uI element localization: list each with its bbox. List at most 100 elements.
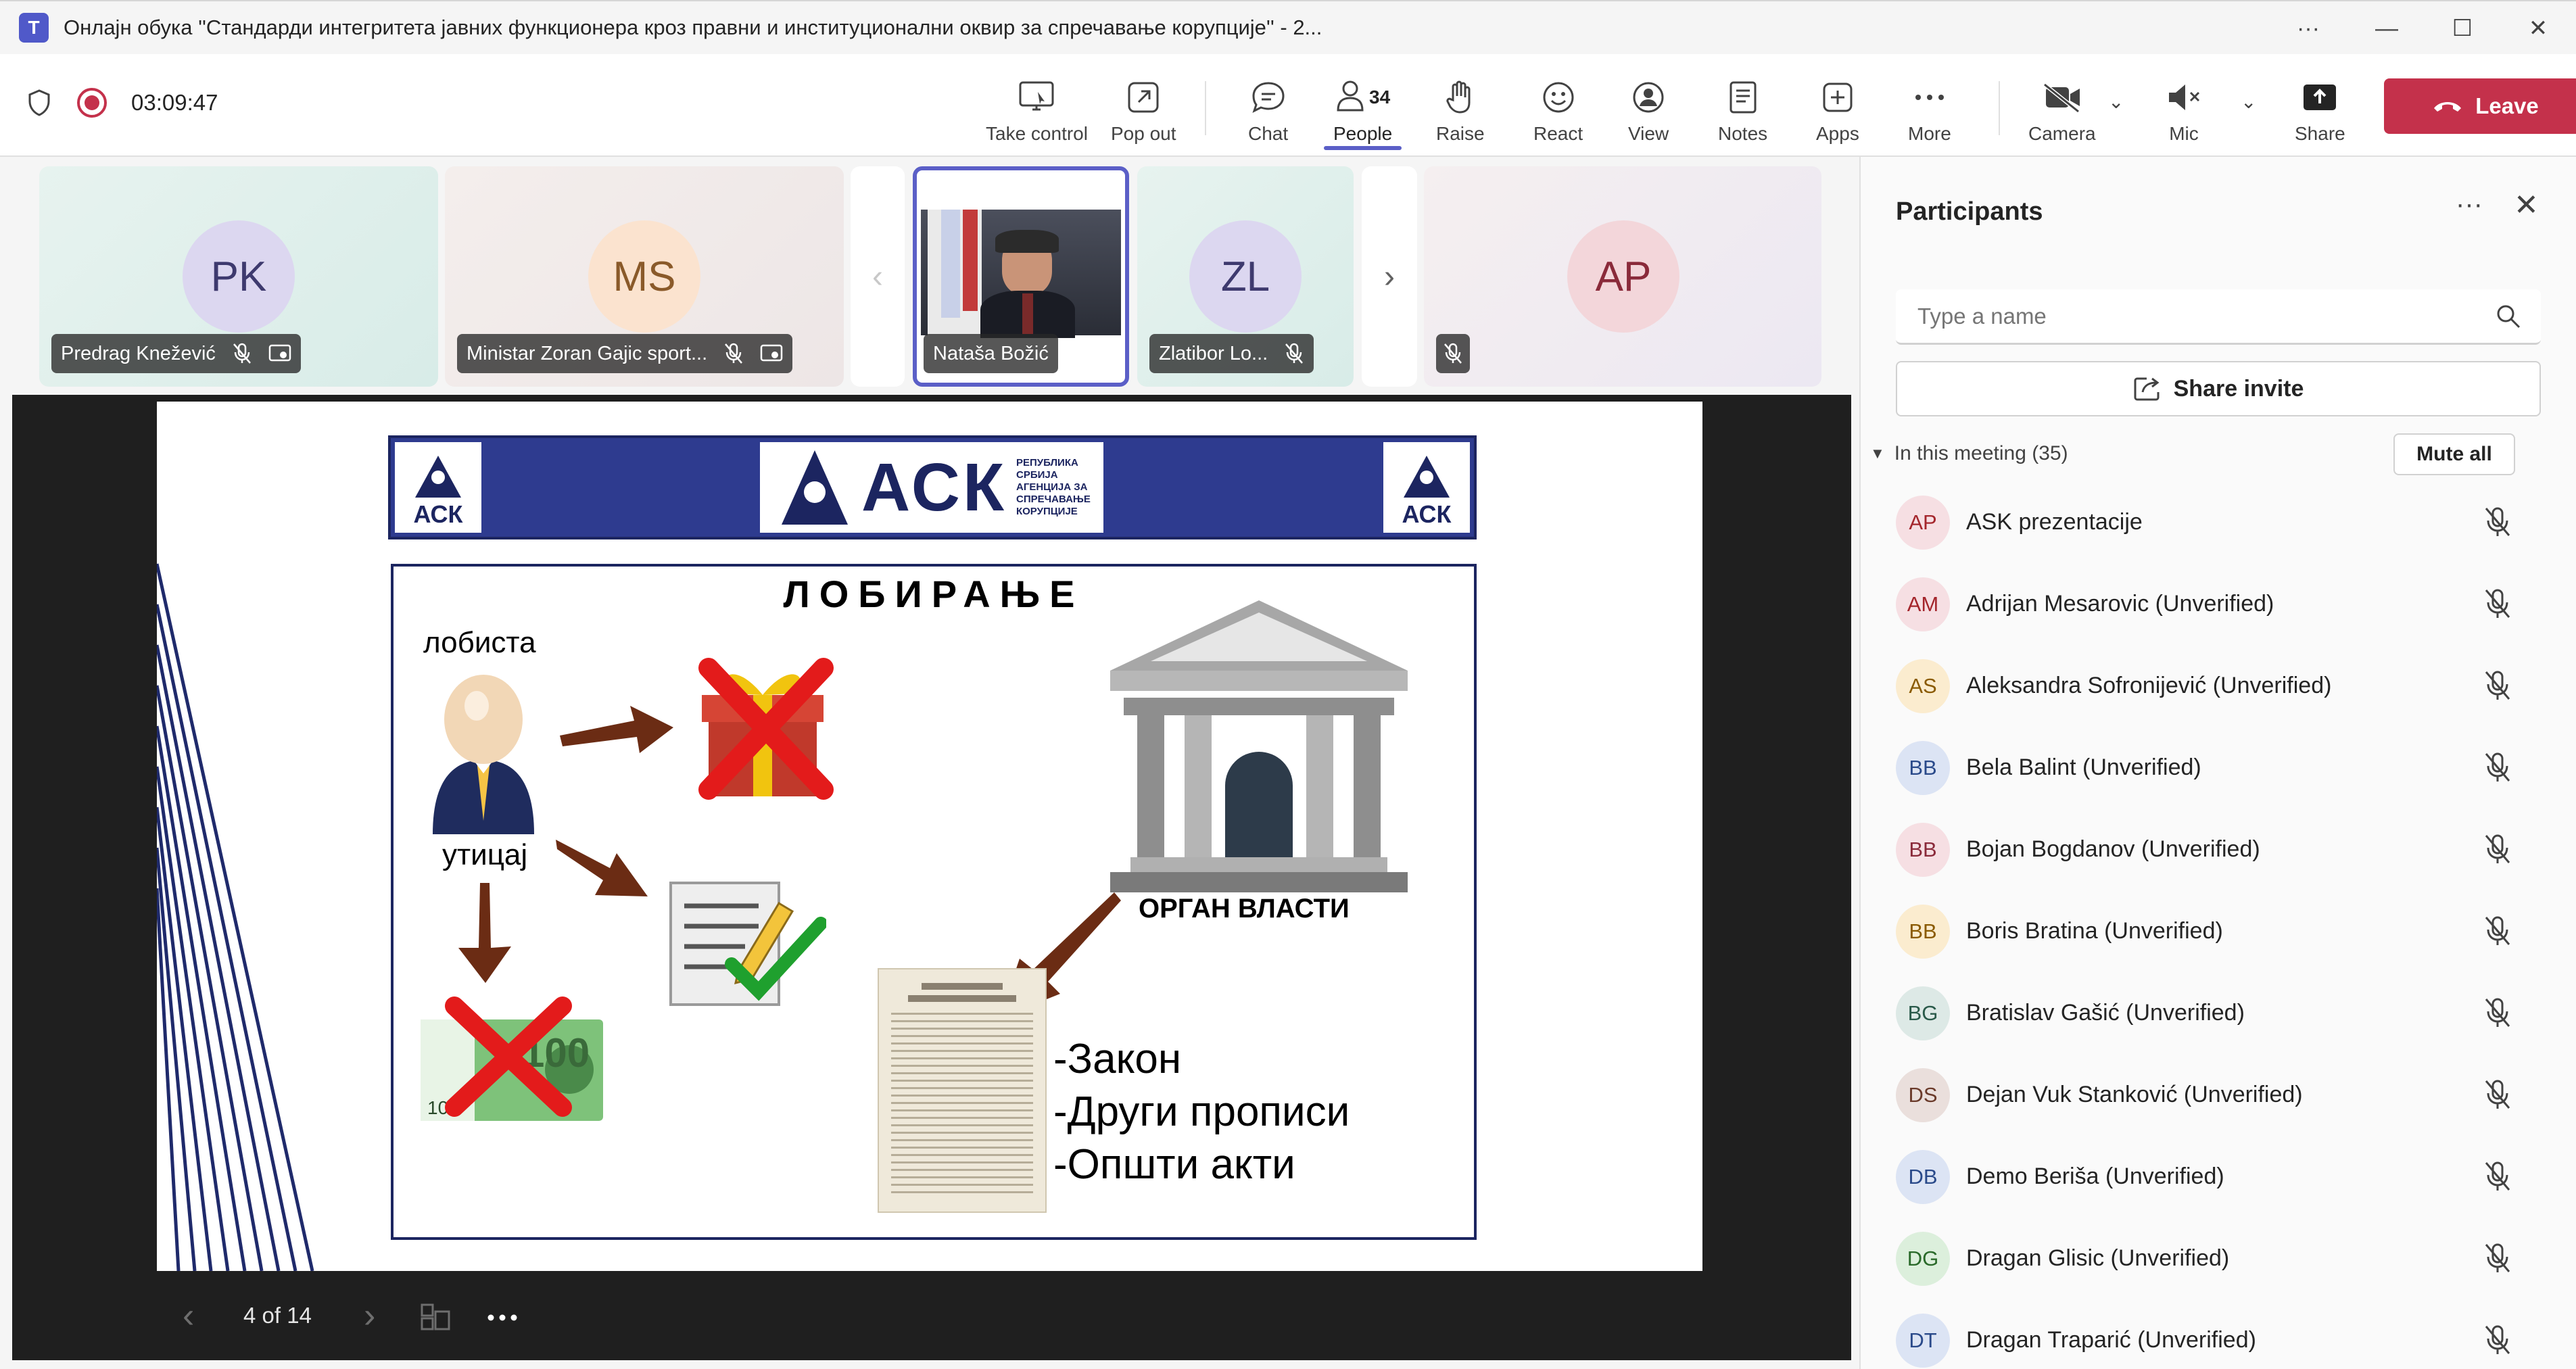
- participant-row[interactable]: BB Boris Bratina (Unverified): [1861, 890, 2576, 972]
- teams-meeting-window: T Онлајн обука ''Стандарди интегритета ј…: [0, 0, 2576, 1369]
- avatar: BB: [1896, 904, 1950, 959]
- mic-off-icon: [2165, 77, 2203, 118]
- close-window-button[interactable]: ✕: [2504, 1, 2572, 55]
- more-icon: [1914, 77, 1945, 118]
- shared-presentation[interactable]: АСК АСК РЕПУБЛИКА СРБИЈА АГЕНЦИЈА ЗА СПР…: [12, 395, 1851, 1360]
- participant-row[interactable]: DG Dragan Glisic (Unverified): [1861, 1218, 2576, 1299]
- arrow-to-gift: [560, 706, 673, 753]
- participant-tile[interactable]: PK Predrag Knežević: [39, 166, 438, 387]
- slide-navigation-bar: ‹ 4 of 14 ›: [12, 1271, 1851, 1360]
- teams-icon: T: [19, 13, 49, 43]
- close-icon[interactable]: ✕: [2514, 188, 2539, 222]
- phone-hangup-icon: [2432, 99, 2463, 114]
- participant-name: Adrijan Mesarovic (Unverified): [1966, 591, 2274, 617]
- participant-row[interactable]: DT Dragan Traparić (Unverified): [1861, 1299, 2576, 1369]
- participant-row[interactable]: AP ASK prezentacije: [1861, 481, 2576, 563]
- avatar: AS: [1896, 658, 1950, 713]
- search-icon[interactable]: [2495, 303, 2522, 333]
- participant-video-tile[interactable]: Nataša Božić: [913, 166, 1129, 387]
- mic-off-icon: [723, 342, 744, 365]
- participant-name: Ministar Zoran Gajic sport...: [467, 342, 708, 364]
- lobbyist-label: лобиста: [423, 626, 536, 659]
- avatar: MS: [588, 220, 700, 333]
- participant-tile[interactable]: ZL Zlatibor Lo...: [1137, 166, 1354, 387]
- participant-row[interactable]: DB Demo Beriša (Unverified): [1861, 1136, 2576, 1218]
- view-button[interactable]: View: [1628, 70, 1669, 145]
- authority-label: ОРГАН ВЛАСТИ: [1139, 894, 1350, 923]
- avatar: DG: [1896, 1231, 1950, 1286]
- share-invite-button[interactable]: Share invite: [1896, 361, 2541, 416]
- mic-off-icon[interactable]: [2483, 1324, 2512, 1360]
- share-icon: [2302, 77, 2337, 118]
- previous-slide-button[interactable]: ‹: [183, 1295, 194, 1336]
- mic-off-icon[interactable]: [2483, 833, 2512, 869]
- mic-button[interactable]: Mic: [2165, 70, 2203, 145]
- shield-icon[interactable]: [26, 88, 53, 118]
- participant-row[interactable]: DS Dejan Vuk Stanković (Unverified): [1861, 1054, 2576, 1136]
- raise-hand-button[interactable]: Raise: [1436, 70, 1485, 145]
- chevron-left-icon[interactable]: ‹: [851, 166, 905, 387]
- more-button[interactable]: More: [1908, 70, 1951, 145]
- mic-options-chevron-down-icon[interactable]: ⌄: [2241, 91, 2256, 113]
- chevron-right-icon[interactable]: ›: [1362, 166, 1417, 387]
- slide-header-banner: АСК АСК РЕПУБЛИКА СРБИЈА АГЕНЦИЈА ЗА СПР…: [388, 435, 1477, 539]
- arrow-to-money: [458, 883, 511, 983]
- avatar: DT: [1896, 1313, 1950, 1368]
- maximize-button[interactable]: ☐: [2429, 1, 2496, 55]
- participant-name: Bela Balint (Unverified): [1966, 754, 2201, 780]
- mic-off-icon: [232, 342, 252, 365]
- more-options-icon[interactable]: ···: [2274, 1, 2342, 55]
- chat-button[interactable]: Chat: [1248, 70, 1288, 145]
- pop-out-button[interactable]: Pop out: [1111, 70, 1176, 145]
- people-button[interactable]: 34 People: [1323, 70, 1402, 150]
- minimize-button[interactable]: —: [2353, 1, 2420, 55]
- share-button[interactable]: Share: [2295, 70, 2345, 145]
- react-button[interactable]: React: [1533, 70, 1583, 145]
- camera-options-chevron-down-icon[interactable]: ⌄: [2108, 91, 2124, 113]
- mic-off-icon[interactable]: [2483, 915, 2512, 951]
- participant-tile[interactable]: AP: [1424, 166, 1821, 387]
- mic-off-icon[interactable]: [2483, 506, 2512, 542]
- participant-list: AP ASK prezentacije AM Adrijan Mesarovic (U…: [1861, 481, 2576, 1369]
- camera-button[interactable]: Camera: [2028, 70, 2096, 145]
- participant-name: Bojan Bogdanov (Unverified): [1966, 836, 2260, 862]
- leave-button[interactable]: Leave: [2384, 78, 2576, 134]
- mic-off-icon[interactable]: [2483, 669, 2512, 705]
- notes-icon: [1728, 77, 1758, 118]
- panel-more-options-icon[interactable]: ···: [2456, 189, 2483, 220]
- slide-more-options-icon[interactable]: [487, 1313, 518, 1325]
- participant-row[interactable]: BB Bela Balint (Unverified): [1861, 727, 2576, 809]
- mic-off-icon[interactable]: [2483, 996, 2512, 1032]
- acts-list-item: -Закон: [1053, 1036, 1182, 1082]
- view-icon: [1631, 77, 1665, 118]
- take-control-icon: [1018, 77, 1055, 118]
- next-slide-button[interactable]: ›: [364, 1295, 375, 1336]
- avatar: DS: [1896, 1067, 1950, 1122]
- participant-row[interactable]: BG Bratislav Gašić (Unverified): [1861, 972, 2576, 1054]
- participant-row[interactable]: BB Bojan Bogdanov (Unverified): [1861, 809, 2576, 890]
- acts-list-item: -Општи акти: [1053, 1141, 1295, 1188]
- avatar: BB: [1896, 740, 1950, 795]
- participant-tile[interactable]: MS Ministar Zoran Gajic sport...: [445, 166, 844, 387]
- search-input[interactable]: [1917, 303, 2472, 329]
- take-control-button[interactable]: Take control: [986, 70, 1088, 145]
- arrow-to-document: [556, 840, 648, 896]
- chat-icon: [1251, 77, 1286, 118]
- mic-off-icon[interactable]: [2483, 1078, 2512, 1114]
- avatar: BB: [1896, 822, 1950, 877]
- in-meeting-section-header[interactable]: ▼ In this meeting (35): [1870, 442, 2068, 465]
- notes-button[interactable]: Notes: [1718, 70, 1767, 145]
- slide-thumbnails-icon[interactable]: [421, 1303, 450, 1334]
- mic-off-icon[interactable]: [2483, 587, 2512, 623]
- people-count: 34: [1369, 87, 1391, 107]
- mic-off-icon[interactable]: [2483, 1242, 2512, 1278]
- slide-page-indicator: 4 of 14: [243, 1303, 312, 1328]
- participant-row[interactable]: AS Aleksandra Sofronijević (Unverified): [1861, 645, 2576, 727]
- participant-video: [921, 210, 1121, 338]
- mute-all-button[interactable]: Mute all: [2393, 433, 2515, 475]
- apps-button[interactable]: Apps: [1816, 70, 1859, 145]
- mic-off-icon[interactable]: [2483, 751, 2512, 787]
- mic-off-icon[interactable]: [2483, 1160, 2512, 1196]
- avatar: AP: [1896, 495, 1950, 550]
- participant-row[interactable]: AM Adrijan Mesarovic (Unverified): [1861, 563, 2576, 645]
